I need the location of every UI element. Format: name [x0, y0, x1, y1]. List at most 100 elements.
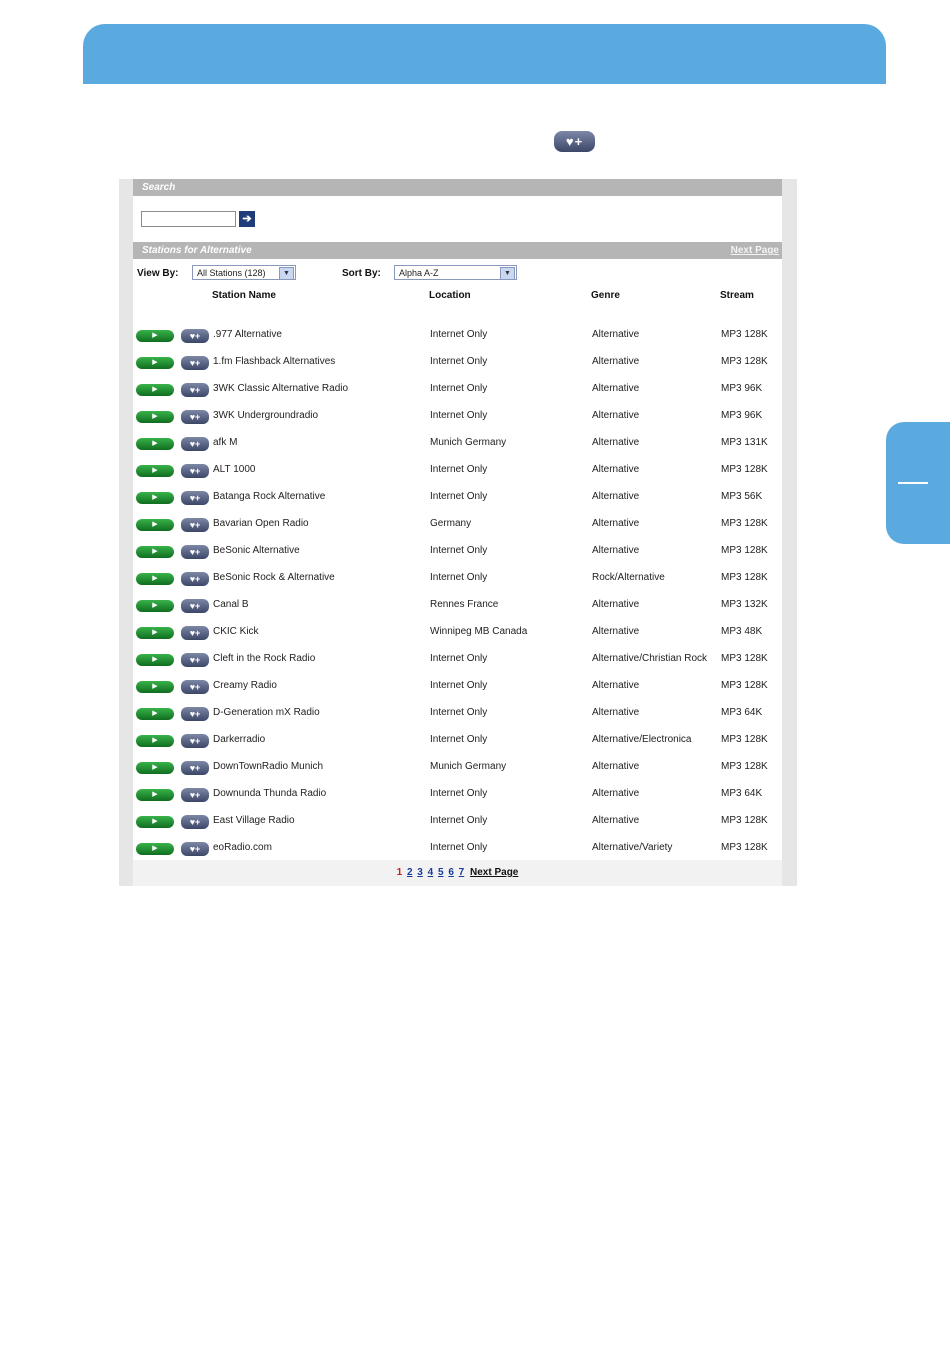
heart-plus-icon: ♥+	[189, 493, 201, 503]
play-button[interactable]: ▶	[136, 438, 174, 450]
add-favorite-button[interactable]: ♥+	[181, 788, 209, 802]
play-button[interactable]: ▶	[136, 492, 174, 504]
table-row[interactable]: ▶ ♥+ Downunda Thunda Radio Internet Only Alt…	[133, 786, 782, 813]
add-favorite-button[interactable]: ♥+	[181, 437, 209, 451]
table-row[interactable]: ▶ ♥+ Cleft in the Rock Radio Internet Only A…	[133, 651, 782, 678]
station-name[interactable]: Darkerradio	[213, 734, 265, 745]
page-link-2[interactable]: 2	[407, 867, 413, 878]
table-row[interactable]: ▶ ♥+ .977 Alternative Internet Only Alternat…	[133, 327, 782, 354]
add-favorite-button[interactable]: ♥+	[181, 707, 209, 721]
station-name[interactable]: BeSonic Rock & Alternative	[213, 572, 335, 583]
play-button[interactable]: ▶	[136, 816, 174, 828]
station-name[interactable]: 1.fm Flashback Alternatives	[213, 356, 335, 367]
table-row[interactable]: ▶ ♥+ ALT 1000 Internet Only Alternative MP3 1…	[133, 462, 782, 489]
station-name[interactable]: .977 Alternative	[213, 329, 282, 340]
add-favorite-button[interactable]: ♥+	[181, 680, 209, 694]
add-favorite-button[interactable]: ♥+	[181, 761, 209, 775]
add-favorite-button[interactable]: ♥+	[181, 815, 209, 829]
station-name[interactable]: D-Generation mX Radio	[213, 707, 320, 718]
column-header-location[interactable]: Location	[429, 290, 471, 301]
add-favorite-button[interactable]: ♥+	[181, 518, 209, 532]
add-favorite-button[interactable]: ♥+	[181, 734, 209, 748]
play-button[interactable]: ▶	[136, 843, 174, 855]
play-button[interactable]: ▶	[136, 384, 174, 396]
add-favorite-button[interactable]: ♥+	[181, 572, 209, 586]
page-link-4[interactable]: 4	[428, 867, 434, 878]
table-row[interactable]: ▶ ♥+ afk M Munich Germany Alternative MP3 131…	[133, 435, 782, 462]
station-name[interactable]: Creamy Radio	[213, 680, 277, 691]
station-name[interactable]: BeSonic Alternative	[213, 545, 300, 556]
table-row[interactable]: ▶ ♥+ DownTownRadio Munich Munich Germany Alt…	[133, 759, 782, 786]
table-row[interactable]: ▶ ♥+ East Village Radio Internet Only Altern…	[133, 813, 782, 840]
add-favorite-button[interactable]: ♥+	[181, 383, 209, 397]
add-favorite-button[interactable]: ♥+	[181, 545, 209, 559]
table-row[interactable]: ▶ ♥+ Batanga Rock Alternative Internet Only…	[133, 489, 782, 516]
heart-plus-icon: ♥+	[189, 331, 201, 341]
play-button[interactable]: ▶	[136, 330, 174, 342]
column-header-stream[interactable]: Stream	[720, 290, 754, 301]
table-row[interactable]: ▶ ♥+ BeSonic Rock & Alternative Internet On…	[133, 570, 782, 597]
add-favorite-button[interactable]: ♥+	[181, 626, 209, 640]
add-favorite-button[interactable]: ♥+	[181, 842, 209, 856]
station-name[interactable]: ALT 1000	[213, 464, 255, 475]
table-row[interactable]: ▶ ♥+ Bavarian Open Radio Germany Alternative…	[133, 516, 782, 543]
table-row[interactable]: ▶ ♥+ Creamy Radio Internet Only Alternative M…	[133, 678, 782, 705]
station-name[interactable]: Bavarian Open Radio	[213, 518, 309, 529]
add-favorite-button[interactable]: ♥+	[181, 599, 209, 613]
page-link-5[interactable]: 5	[438, 867, 444, 878]
play-button[interactable]: ▶	[136, 357, 174, 369]
search-input[interactable]	[141, 211, 236, 227]
view-by-select[interactable]: All Stations (128) ▼	[192, 265, 296, 280]
station-name[interactable]: afk M	[213, 437, 237, 448]
play-button[interactable]: ▶	[136, 789, 174, 801]
page-link-7[interactable]: 7	[459, 867, 465, 878]
play-button[interactable]: ▶	[136, 735, 174, 747]
play-button[interactable]: ▶	[136, 600, 174, 612]
station-genre: Alternative	[592, 464, 640, 475]
station-name[interactable]: Canal B	[213, 599, 249, 610]
play-button[interactable]: ▶	[136, 519, 174, 531]
table-row[interactable]: ▶ ♥+ 3WK Classic Alternative Radio Internet…	[133, 381, 782, 408]
next-page-link-bottom[interactable]: Next Page	[470, 867, 518, 878]
play-button[interactable]: ▶	[136, 573, 174, 585]
play-button[interactable]: ▶	[136, 654, 174, 666]
station-name[interactable]: 3WK Classic Alternative Radio	[213, 383, 348, 394]
add-favorite-button[interactable]: ♥+	[181, 410, 209, 424]
page-link-6[interactable]: 6	[448, 867, 454, 878]
page-link-3[interactable]: 3	[417, 867, 423, 878]
play-button[interactable]: ▶	[136, 762, 174, 774]
table-row[interactable]: ▶ ♥+ CKIC Kick Winnipeg MB Canada Alternativ…	[133, 624, 782, 651]
station-name[interactable]: Downunda Thunda Radio	[213, 788, 326, 799]
add-favorite-button[interactable]: ♥+	[181, 329, 209, 343]
station-name[interactable]: 3WK Undergroundradio	[213, 410, 318, 421]
table-row[interactable]: ▶ ♥+ D-Generation mX Radio Internet Only Alt…	[133, 705, 782, 732]
station-name[interactable]: Batanga Rock Alternative	[213, 491, 325, 502]
heart-plus-icon: ♥+	[189, 709, 201, 719]
table-row[interactable]: ▶ ♥+ BeSonic Alternative Internet Only Alter…	[133, 543, 782, 570]
sort-by-select[interactable]: Alpha A-Z ▼	[394, 265, 517, 280]
table-row[interactable]: ▶ ♥+ Darkerradio Internet Only Alternative/E…	[133, 732, 782, 759]
play-button[interactable]: ▶	[136, 465, 174, 477]
play-button[interactable]: ▶	[136, 546, 174, 558]
station-stream: MP3 128K	[721, 734, 768, 745]
play-button[interactable]: ▶	[136, 411, 174, 423]
add-favorite-button[interactable]: ♥+	[181, 653, 209, 667]
add-favorite-button[interactable]: ♥+	[181, 491, 209, 505]
table-row[interactable]: ▶ ♥+ 3WK Undergroundradio Internet Only Alte…	[133, 408, 782, 435]
column-header-genre[interactable]: Genre	[591, 290, 620, 301]
play-button[interactable]: ▶	[136, 627, 174, 639]
station-name[interactable]: Cleft in the Rock Radio	[213, 653, 315, 664]
table-row[interactable]: ▶ ♥+ Canal B Rennes France Alternative MP3 13…	[133, 597, 782, 624]
add-favorite-button[interactable]: ♥+	[181, 464, 209, 478]
search-go-button[interactable]: ➔	[239, 211, 255, 227]
station-name[interactable]: CKIC Kick	[213, 626, 259, 637]
station-name[interactable]: eoRadio.com	[213, 842, 272, 853]
station-name[interactable]: East Village Radio	[213, 815, 295, 826]
table-row[interactable]: ▶ ♥+ 1.fm Flashback Alternatives Internet O…	[133, 354, 782, 381]
column-header-station-name[interactable]: Station Name	[212, 290, 276, 301]
station-name[interactable]: DownTownRadio Munich	[213, 761, 323, 772]
add-favorite-button[interactable]: ♥+	[181, 356, 209, 370]
play-button[interactable]: ▶	[136, 681, 174, 693]
next-page-link-top[interactable]: Next Page	[731, 242, 779, 259]
play-button[interactable]: ▶	[136, 708, 174, 720]
